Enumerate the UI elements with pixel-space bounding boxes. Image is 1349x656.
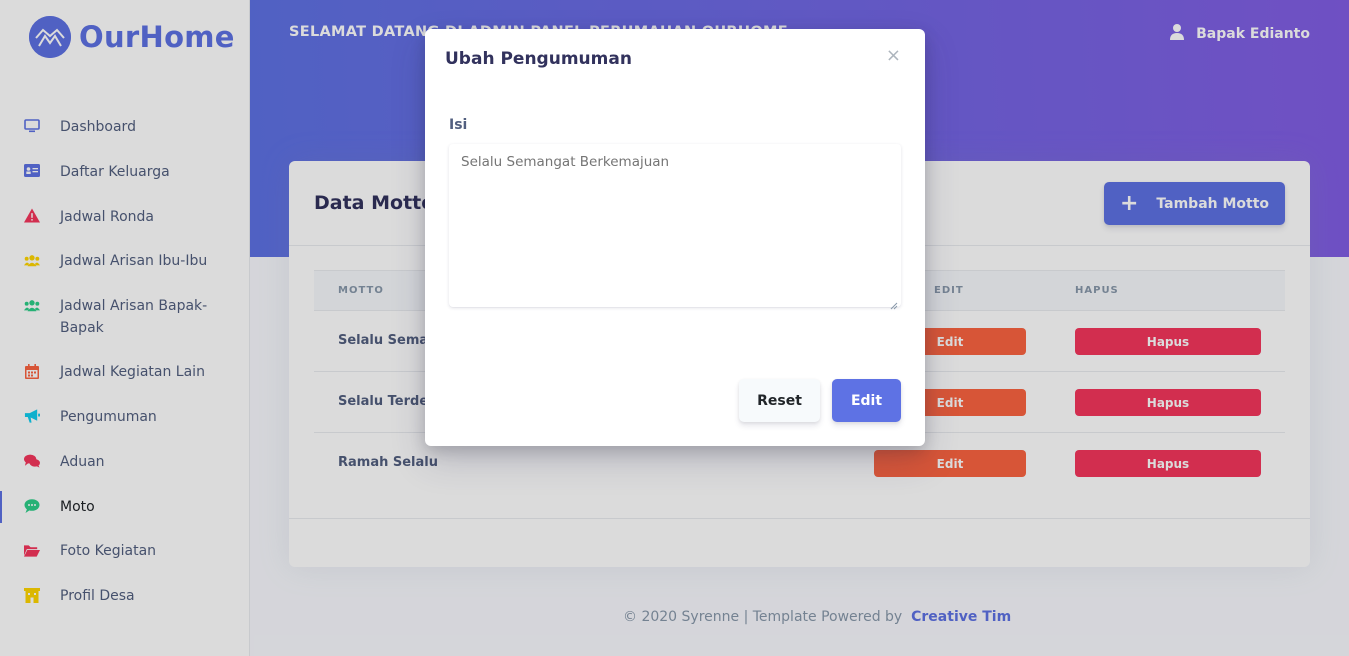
- resize-grip-icon[interactable]: [890, 295, 898, 310]
- submit-edit-button[interactable]: Edit: [832, 379, 901, 422]
- close-icon[interactable]: ×: [886, 47, 901, 65]
- reset-button[interactable]: Reset: [739, 379, 820, 422]
- edit-announcement-modal: Ubah Pengumuman × Isi Reset Edit: [425, 29, 925, 446]
- isi-textarea[interactable]: [449, 144, 901, 307]
- modal-title: Ubah Pengumuman: [445, 49, 632, 69]
- isi-label: Isi: [449, 117, 468, 133]
